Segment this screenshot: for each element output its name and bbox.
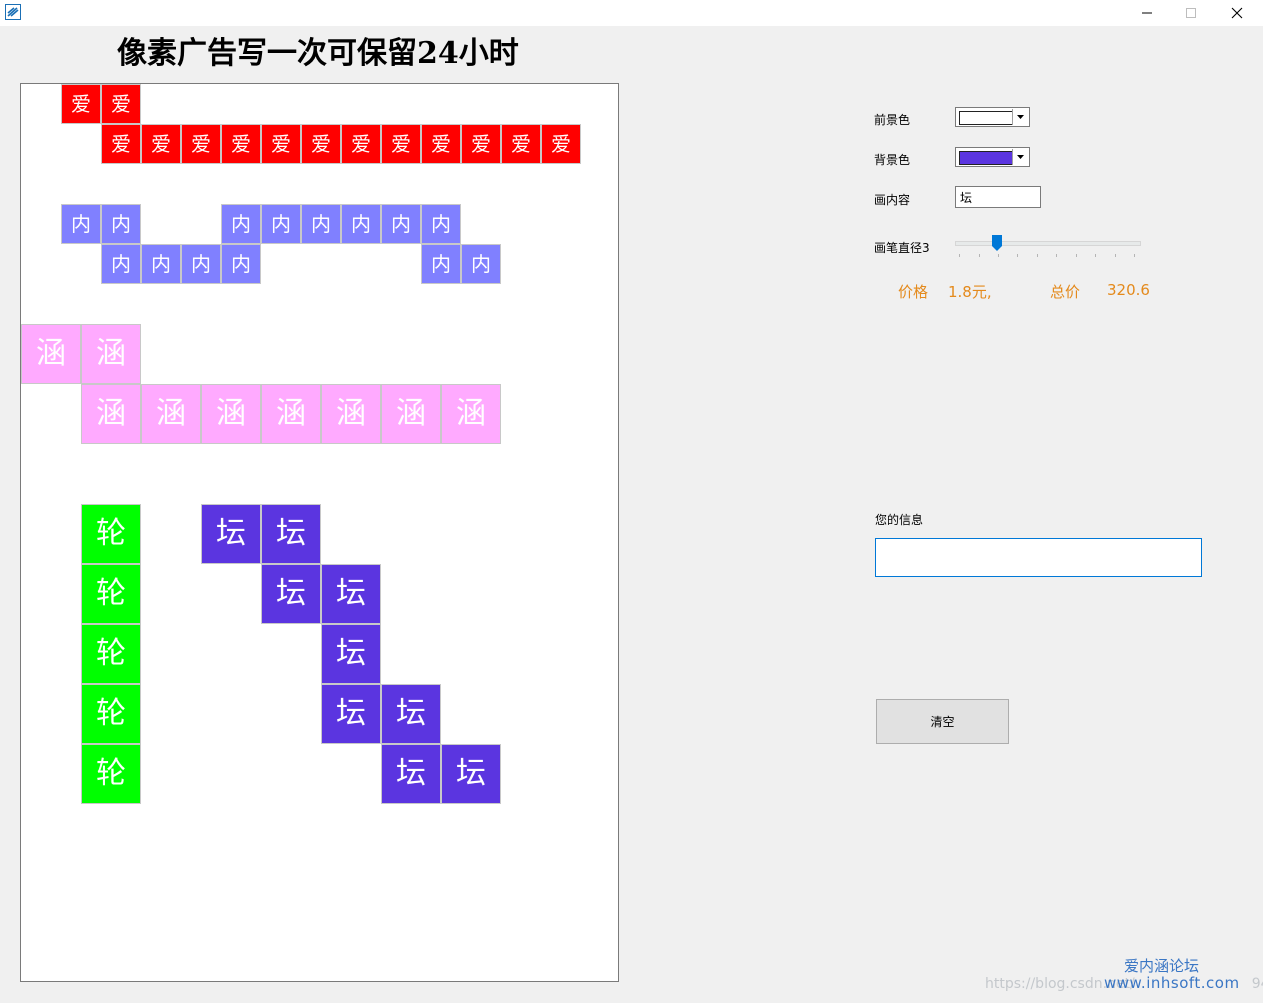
pixel-cell-blue[interactable]: 内 bbox=[221, 244, 261, 284]
pixel-cell-purple[interactable]: 坛 bbox=[261, 504, 321, 564]
pixel-cell-red[interactable]: 爱 bbox=[101, 84, 141, 124]
pixel-cell-pink[interactable]: 涵 bbox=[81, 384, 141, 444]
pixel-cell-blue[interactable]: 内 bbox=[181, 244, 221, 284]
content-input[interactable] bbox=[955, 186, 1041, 208]
pixel-cell-blue[interactable]: 内 bbox=[341, 204, 381, 244]
slider-tick bbox=[1134, 254, 1135, 257]
pixel-cell-purple[interactable]: 坛 bbox=[321, 684, 381, 744]
pixel-cell-purple[interactable]: 坛 bbox=[321, 564, 381, 624]
pixel-cell-green[interactable]: 轮 bbox=[81, 624, 141, 684]
pixel-cell-red[interactable]: 爱 bbox=[101, 124, 141, 164]
pixel-cell-green[interactable]: 轮 bbox=[81, 564, 141, 624]
pixel-cell-purple[interactable]: 坛 bbox=[441, 744, 501, 804]
slider-tick bbox=[1017, 254, 1018, 257]
pixel-cell-red[interactable]: 爱 bbox=[381, 124, 421, 164]
pixel-cell-green[interactable]: 轮 bbox=[81, 504, 141, 564]
pixel-cell-green[interactable]: 轮 bbox=[81, 684, 141, 744]
foreground-color-combo[interactable] bbox=[955, 107, 1030, 127]
slider-tick bbox=[998, 254, 999, 257]
price-label: 价格 bbox=[898, 283, 929, 301]
pixel-cell-red[interactable]: 爱 bbox=[181, 124, 221, 164]
pixel-cell-pink[interactable]: 涵 bbox=[21, 324, 81, 384]
pixel-canvas[interactable]: 爱爱爱爱爱爱爱爱爱爱爱爱爱爱内内内内内内内内内内内内内内涵涵涵涵涵涵涵涵涵轮轮轮… bbox=[20, 83, 619, 982]
slider-tick bbox=[1076, 254, 1077, 257]
minimize-button[interactable] bbox=[1125, 0, 1169, 26]
title-bar[interactable] bbox=[0, 0, 1263, 26]
pixel-cell-green[interactable]: 轮 bbox=[81, 744, 141, 804]
pixel-cell-purple[interactable]: 坛 bbox=[261, 564, 321, 624]
total-label: 总价 bbox=[1050, 283, 1081, 301]
pixel-cell-blue[interactable]: 内 bbox=[421, 244, 461, 284]
foreground-label: 前景色 bbox=[874, 113, 911, 127]
pixel-cell-red[interactable]: 爱 bbox=[301, 124, 341, 164]
pixel-cell-pink[interactable]: 涵 bbox=[261, 384, 321, 444]
background-dropdown-button[interactable] bbox=[1012, 149, 1028, 165]
total-value: 320.6 bbox=[1107, 281, 1150, 299]
pixel-cell-purple[interactable]: 坛 bbox=[201, 504, 261, 564]
pixel-cell-red[interactable]: 爱 bbox=[541, 124, 581, 164]
slider-thumb[interactable] bbox=[992, 235, 1002, 251]
chevron-down-icon bbox=[1017, 155, 1024, 159]
pixel-cell-red[interactable]: 爱 bbox=[261, 124, 301, 164]
foreground-dropdown-button[interactable] bbox=[1012, 109, 1028, 125]
pixel-cell-red[interactable]: 爱 bbox=[341, 124, 381, 164]
maximize-button[interactable] bbox=[1169, 0, 1213, 26]
pixel-cell-purple[interactable]: 坛 bbox=[321, 624, 381, 684]
pixel-cell-blue[interactable]: 内 bbox=[381, 204, 421, 244]
app-icon bbox=[5, 4, 21, 20]
content-label: 画内容 bbox=[874, 193, 911, 207]
pixel-cell-red[interactable]: 爱 bbox=[421, 124, 461, 164]
pixel-cell-blue[interactable]: 内 bbox=[301, 204, 341, 244]
slider-tick bbox=[959, 254, 960, 257]
pixel-cell-red[interactable]: 爱 bbox=[221, 124, 261, 164]
minimize-icon bbox=[1142, 12, 1152, 14]
close-icon bbox=[1231, 7, 1243, 19]
pixel-cell-pink[interactable]: 涵 bbox=[201, 384, 261, 444]
pixel-cell-blue[interactable]: 内 bbox=[101, 244, 141, 284]
slider-tick bbox=[1095, 254, 1096, 257]
forum-name: 爱内涵论坛 bbox=[1124, 957, 1200, 975]
pixel-cell-blue[interactable]: 内 bbox=[261, 204, 301, 244]
background-color-combo[interactable] bbox=[955, 147, 1030, 167]
background-label: 背景色 bbox=[874, 153, 911, 167]
pixel-cell-blue[interactable]: 内 bbox=[461, 244, 501, 284]
info-input[interactable] bbox=[875, 538, 1202, 577]
price-value: 1.8元, bbox=[948, 283, 992, 301]
pixel-cell-red[interactable]: 爱 bbox=[61, 84, 101, 124]
pixel-cell-purple[interactable]: 坛 bbox=[381, 744, 441, 804]
pixel-cell-red[interactable]: 爱 bbox=[461, 124, 501, 164]
pixel-cell-blue[interactable]: 内 bbox=[141, 244, 181, 284]
close-button[interactable] bbox=[1215, 0, 1259, 26]
pixel-cell-blue[interactable]: 内 bbox=[221, 204, 261, 244]
background-color-swatch bbox=[959, 151, 1013, 165]
pixel-cell-pink[interactable]: 涵 bbox=[81, 324, 141, 384]
slider-tick bbox=[1056, 254, 1057, 257]
slider-track[interactable] bbox=[955, 241, 1141, 246]
pixel-cell-red[interactable]: 爱 bbox=[501, 124, 541, 164]
forum-url: www.inhsoft.com bbox=[1104, 974, 1240, 992]
pixel-cell-pink[interactable]: 涵 bbox=[441, 384, 501, 444]
pixel-cell-pink[interactable]: 涵 bbox=[321, 384, 381, 444]
info-label: 您的信息 bbox=[875, 513, 924, 527]
slider-tick bbox=[979, 254, 980, 257]
slider-tick bbox=[1037, 254, 1038, 257]
foreground-color-swatch bbox=[959, 111, 1013, 125]
maximize-icon bbox=[1186, 8, 1196, 18]
pixel-cell-red[interactable]: 爱 bbox=[141, 124, 181, 164]
chevron-down-icon bbox=[1017, 115, 1024, 119]
pixel-cell-blue[interactable]: 内 bbox=[421, 204, 461, 244]
pen-diameter-slider[interactable] bbox=[955, 234, 1141, 260]
blog-watermark-suffix: 94 bbox=[1251, 976, 1263, 992]
pixel-cell-pink[interactable]: 涵 bbox=[381, 384, 441, 444]
app-window: 像素广告写一次可保留24小时 爱爱爱爱爱爱爱爱爱爱爱爱爱爱内内内内内内内内内内内… bbox=[0, 0, 1263, 1003]
page-heading: 像素广告写一次可保留24小时 bbox=[117, 36, 519, 71]
pixel-cell-pink[interactable]: 涵 bbox=[141, 384, 201, 444]
slider-tick bbox=[1115, 254, 1116, 257]
clear-button[interactable]: 清空 bbox=[876, 699, 1009, 744]
pixel-cell-blue[interactable]: 内 bbox=[101, 204, 141, 244]
pen-diameter-label: 画笔直径3 bbox=[874, 241, 930, 255]
pixel-cell-purple[interactable]: 坛 bbox=[381, 684, 441, 744]
pixel-cell-blue[interactable]: 内 bbox=[61, 204, 101, 244]
